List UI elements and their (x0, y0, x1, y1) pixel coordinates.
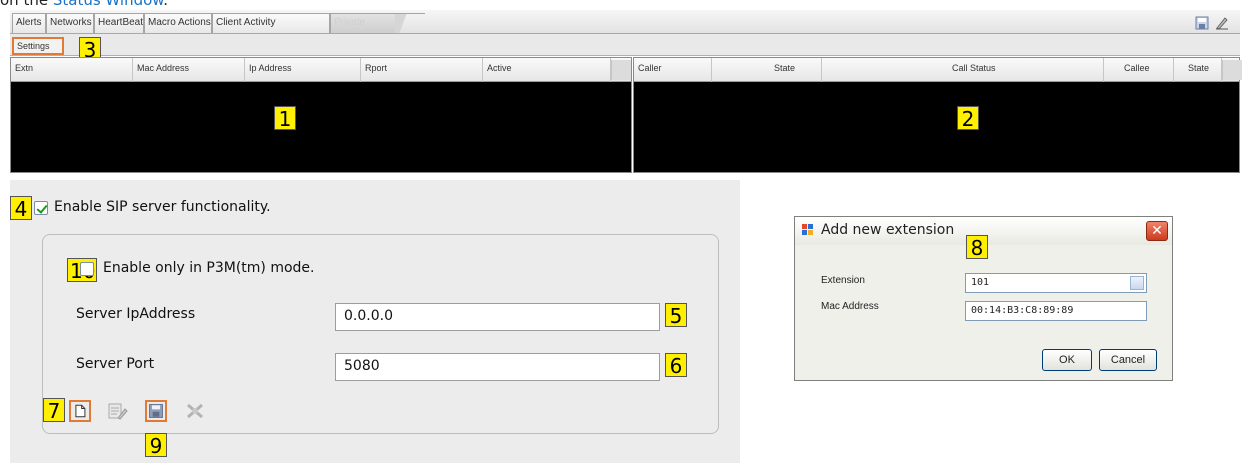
cancel-button[interactable]: Cancel (1099, 349, 1157, 371)
extension-label: Extension (821, 275, 865, 286)
callout-7: 7 (43, 398, 65, 422)
delete-icon[interactable] (184, 400, 206, 422)
ok-button[interactable]: OK (1042, 349, 1092, 371)
dialog-title: Add new extension (821, 222, 955, 238)
callout-4: 4 (10, 196, 32, 220)
tab-alerts[interactable]: Alerts (12, 13, 46, 33)
app-icon (802, 224, 813, 235)
close-button[interactable]: ✕ (1146, 221, 1168, 241)
extensions-panel[interactable]: Extn Mac Address Ip Address Rport Active (10, 57, 632, 173)
col-active[interactable]: Active (483, 58, 611, 82)
callout-9: 9 (145, 433, 167, 457)
new-icon[interactable] (69, 400, 91, 422)
server-port-input[interactable]: 5080 (335, 353, 660, 381)
pen-icon[interactable] (1215, 16, 1229, 30)
callout-2: 2 (957, 106, 979, 130)
save-icon[interactable] (145, 400, 167, 422)
col-callee-state[interactable]: State (1174, 58, 1222, 82)
col-caller-state[interactable]: State (712, 58, 822, 82)
status-window-link[interactable]: Status Window (53, 0, 163, 9)
p3m-mode-label: Enable only in P3M(tm) mode. (103, 260, 315, 276)
col-call-status[interactable]: Call Status (822, 58, 1104, 82)
sub-tab-bar: Settings (10, 34, 1240, 56)
settings-tab[interactable]: Settings (12, 37, 64, 55)
col-extn[interactable]: Extn (11, 58, 133, 82)
col-ip-address[interactable]: Ip Address (245, 58, 361, 82)
caption-suffix: . (163, 0, 168, 9)
tab-heartbeat[interactable]: HeartBeat (94, 13, 144, 33)
disk-icon[interactable] (1195, 16, 1209, 30)
tab-client-activity[interactable]: Client Activity (212, 13, 330, 33)
col-caller[interactable]: Caller (634, 58, 712, 82)
chevron-down-icon[interactable] (1130, 276, 1144, 290)
tab-private[interactable]: Private (330, 13, 396, 33)
tab-macro-actions[interactable]: Macro Actions (144, 13, 212, 33)
calls-table-header: Caller State Call Status Callee State (634, 58, 1242, 82)
server-port-label: Server Port (76, 356, 155, 372)
calls-panel[interactable]: Caller State Call Status Callee State (633, 57, 1242, 173)
extensions-table-header: Extn Mac Address Ip Address Rport Active (11, 58, 631, 82)
enable-sip-checkbox[interactable] (34, 201, 48, 215)
extension-select[interactable]: 101 (965, 273, 1147, 293)
callout-6: 6 (665, 353, 687, 377)
p3m-mode-checkbox[interactable] (80, 262, 94, 276)
callout-8: 8 (966, 235, 988, 259)
caption-text: on the Status Window. (0, 0, 168, 9)
callout-5: 5 (665, 303, 687, 327)
server-ip-label: Server IpAddress (76, 306, 196, 322)
extension-value: 101 (971, 277, 990, 288)
main-tab-bar: Alerts Networks HeartBeat Macro Actions … (10, 10, 1240, 34)
caption-prefix: on the (0, 0, 53, 9)
col-rport[interactable]: Rport (361, 58, 483, 82)
tab-bar-tail (395, 13, 425, 33)
mac-address-label: Mac Address (821, 301, 879, 312)
tab-networks[interactable]: Networks (46, 13, 94, 33)
mac-address-input[interactable]: 00:14:B3:C8:89:89 (965, 301, 1147, 321)
col-callee[interactable]: Callee (1104, 58, 1174, 82)
edit-icon[interactable] (106, 400, 128, 422)
callout-1: 1 (274, 106, 296, 130)
server-ip-input[interactable]: 0.0.0.0 (335, 303, 660, 331)
column-chooser-right[interactable] (1222, 60, 1242, 80)
enable-sip-label: Enable SIP server functionality. (54, 199, 271, 215)
column-chooser[interactable] (611, 60, 631, 80)
col-mac-address[interactable]: Mac Address (133, 58, 245, 82)
